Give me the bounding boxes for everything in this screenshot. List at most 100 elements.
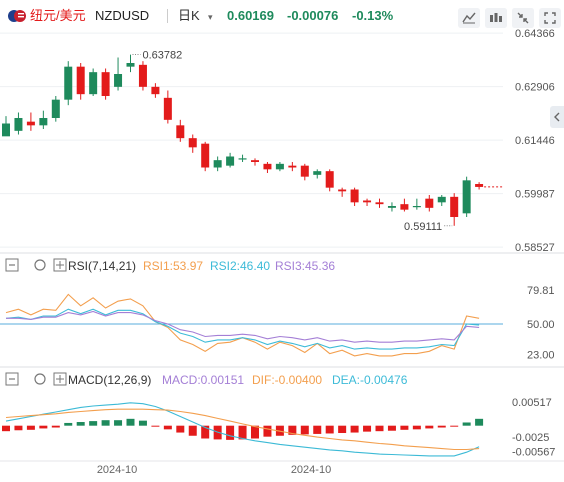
macd-value-label: MACD:0.00151 bbox=[162, 373, 244, 387]
macd-histogram-bar bbox=[412, 425, 421, 430]
rsi3-label: RSI3:45.36 bbox=[275, 259, 335, 273]
macd-histogram-bar bbox=[350, 425, 359, 433]
candle-body bbox=[251, 160, 259, 162]
candle-body bbox=[39, 118, 48, 126]
expand-panel-button[interactable] bbox=[550, 106, 564, 128]
rsi-tick-label: 50.00 bbox=[527, 319, 555, 331]
macd-histogram-bar bbox=[26, 425, 35, 430]
rsi-tick-label: 23.00 bbox=[527, 350, 555, 362]
candle-body bbox=[263, 163, 272, 170]
dif-value-label: DIF:-0.00400 bbox=[252, 373, 322, 387]
x-axis-label: 2024-10 bbox=[291, 464, 331, 476]
candle-body bbox=[126, 63, 135, 67]
macd-histogram-bar bbox=[176, 425, 185, 433]
macd-histogram-bar bbox=[14, 425, 23, 431]
price-tick-label: 0.61446 bbox=[515, 135, 555, 147]
high-annotation: 0.63782 bbox=[143, 49, 183, 61]
macd-tick-label: -0.00567 bbox=[512, 447, 555, 459]
interval-selector[interactable]: 日K bbox=[178, 8, 200, 24]
rsi-series-line bbox=[5, 308, 480, 350]
macd-histogram-bar bbox=[39, 425, 48, 429]
macd-histogram-bar bbox=[325, 425, 334, 434]
candle-body bbox=[213, 160, 222, 168]
macd-histogram-bar bbox=[300, 425, 309, 435]
flag-icon bbox=[8, 9, 26, 27]
rsi2-label: RSI2:46.40 bbox=[210, 259, 270, 273]
symbol-label[interactable]: NZDUSD bbox=[95, 8, 149, 24]
candle-body bbox=[89, 72, 98, 95]
candle-body bbox=[275, 163, 284, 170]
candle-body bbox=[163, 97, 172, 120]
plus-icon bbox=[56, 375, 64, 383]
candle-body bbox=[400, 204, 409, 210]
rsi-tick-label: 79.81 bbox=[527, 285, 555, 297]
candle-body bbox=[313, 171, 322, 175]
candle-body bbox=[201, 143, 210, 168]
candle-body bbox=[138, 64, 147, 87]
macd-histogram-bar bbox=[101, 420, 110, 426]
macd-histogram-bar bbox=[2, 425, 10, 432]
candle-body bbox=[300, 165, 309, 177]
last-price: 0.60169 bbox=[227, 8, 274, 23]
macd-histogram-bar bbox=[375, 425, 384, 432]
macd-tick-label: -0.0025 bbox=[512, 432, 549, 444]
candle-body bbox=[387, 206, 396, 208]
candle-body bbox=[238, 158, 247, 160]
candle-body bbox=[64, 66, 73, 100]
rsi-name-label: RSI(7,14,21) bbox=[68, 259, 136, 273]
macd-histogram-bar bbox=[151, 425, 160, 427]
macd-tick-label: 0.00517 bbox=[512, 397, 552, 409]
price-change: -0.00076 bbox=[287, 8, 339, 23]
macd-histogram-bar bbox=[387, 425, 396, 431]
gear-icon bbox=[34, 259, 46, 271]
macd-histogram-bar bbox=[188, 425, 197, 436]
chevron-down-icon[interactable]: ▾ bbox=[208, 9, 213, 25]
candle-body bbox=[2, 123, 10, 137]
macd-histogram-bar bbox=[425, 425, 434, 429]
macd-histogram-bar bbox=[64, 422, 73, 426]
candle-body bbox=[114, 74, 123, 87]
pair-cn-label[interactable]: 纽元/美元 bbox=[30, 8, 86, 24]
macd-histogram-bar bbox=[51, 425, 60, 428]
price-tick-label: 0.62906 bbox=[515, 82, 555, 94]
candle-body bbox=[288, 165, 297, 168]
indicator-icon bbox=[490, 13, 502, 22]
macd-name-label: MACD(12,26,9) bbox=[68, 373, 151, 387]
macd-histogram-bar bbox=[475, 418, 484, 426]
bars-tool-button[interactable] bbox=[485, 8, 507, 28]
low-annotation: 0.59111 bbox=[404, 221, 442, 233]
price-tick-label: 0.64366 bbox=[515, 28, 555, 40]
candle-body bbox=[188, 138, 197, 148]
fullscreen-icon bbox=[544, 12, 556, 24]
macd-histogram-bar bbox=[313, 425, 322, 434]
interval-label: 日K bbox=[178, 8, 200, 23]
gear-icon bbox=[34, 373, 46, 385]
compress-tool-button[interactable] bbox=[512, 8, 534, 28]
draw-line-button[interactable] bbox=[458, 8, 480, 28]
macd-histogram-bar bbox=[263, 425, 272, 437]
candle-body bbox=[437, 196, 446, 203]
candle-body bbox=[363, 200, 372, 203]
candle-body bbox=[375, 202, 384, 205]
candle-body bbox=[14, 118, 23, 131]
macd-histogram-bar bbox=[338, 425, 347, 434]
macd-histogram-bar bbox=[114, 420, 123, 426]
rsi1-label: RSI1:53.97 bbox=[143, 259, 203, 273]
candle-body bbox=[26, 121, 35, 126]
candle-body bbox=[226, 156, 235, 166]
fullscreen-button[interactable] bbox=[539, 8, 561, 28]
price-tick-label: 0.59987 bbox=[515, 189, 555, 201]
candle-body bbox=[475, 184, 484, 187]
settings-lines-icon bbox=[462, 12, 476, 24]
candle-body bbox=[51, 99, 60, 118]
chart-canvas[interactable]: 0.64366 0.62906 0.61446 0.59987 0.58527 0.637… bbox=[0, 0, 564, 482]
x-axis-label: 2024-10 bbox=[97, 464, 137, 476]
candle-body bbox=[325, 171, 334, 188]
macd-histogram-bar bbox=[226, 425, 235, 440]
candle-body bbox=[101, 72, 110, 96]
candle-body bbox=[450, 196, 459, 217]
macd-histogram-bar bbox=[126, 418, 135, 426]
macd-histogram-bar bbox=[462, 422, 471, 426]
rsi-series-line bbox=[5, 293, 480, 357]
header-divider bbox=[167, 9, 168, 23]
